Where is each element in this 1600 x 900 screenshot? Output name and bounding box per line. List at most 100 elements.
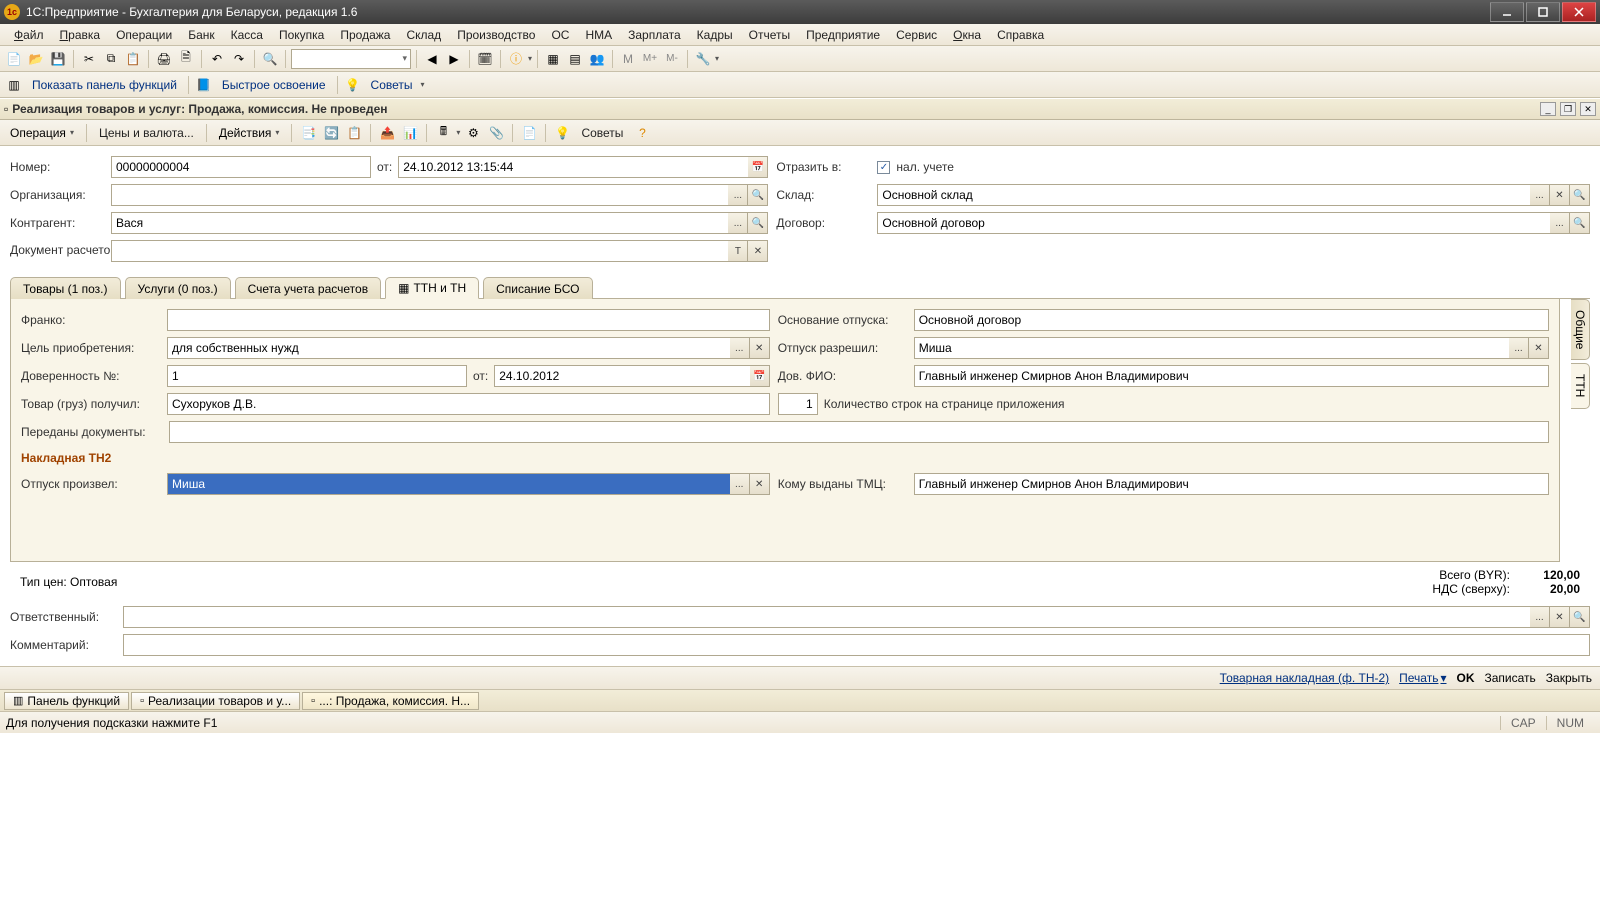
docras-t-btn[interactable]: T: [728, 240, 748, 262]
bulb2-icon[interactable]: 💡: [552, 123, 572, 143]
minimize-button[interactable]: [1490, 2, 1524, 22]
preview-icon[interactable]: 🗎: [176, 49, 196, 69]
print-menu[interactable]: Печать ▾: [1399, 671, 1446, 685]
comment-field[interactable]: [123, 634, 1590, 656]
perm-field[interactable]: Миша: [914, 337, 1509, 359]
docras-field[interactable]: [111, 240, 728, 262]
number-field[interactable]: 00000000004: [111, 156, 371, 178]
tmc-field[interactable]: Главный инженер Смирнов Анон Владимирови…: [914, 473, 1549, 495]
sklad-clear-btn[interactable]: ✕: [1550, 184, 1570, 206]
maximize-button[interactable]: [1526, 2, 1560, 22]
print-form-link[interactable]: Товарная накладная (ф. ТН-2): [1220, 671, 1389, 685]
search-icon[interactable]: 🔍: [260, 49, 280, 69]
task-panel[interactable]: ▥ Панель функций: [4, 692, 129, 710]
counter-field[interactable]: Вася: [111, 212, 728, 234]
quick-learn-button[interactable]: Быстрое освоение: [216, 76, 332, 94]
new-icon[interactable]: 📄: [4, 49, 24, 69]
perm-clear-btn[interactable]: ✕: [1529, 337, 1549, 359]
resp-select-btn[interactable]: ...: [1530, 606, 1550, 628]
book-icon[interactable]: 📘: [194, 75, 214, 95]
menu-nma[interactable]: НМА: [577, 26, 620, 44]
people-icon[interactable]: 👥: [587, 49, 607, 69]
osn-field[interactable]: Основной договор: [914, 309, 1549, 331]
menu-reports[interactable]: Отчеты: [741, 26, 798, 44]
menu-warehouse[interactable]: Склад: [398, 26, 449, 44]
vtab-general[interactable]: Общие: [1571, 299, 1590, 360]
menu-sale[interactable]: Продажа: [332, 26, 398, 44]
cel-field[interactable]: для собственных нужд: [167, 337, 730, 359]
goods-field[interactable]: Сухоруков Д.В.: [167, 393, 770, 415]
close-doc-button[interactable]: Закрыть: [1546, 671, 1592, 685]
contract-field[interactable]: Основной договор: [877, 212, 1550, 234]
perm-select-btn[interactable]: ...: [1509, 337, 1529, 359]
open-icon[interactable]: 📂: [26, 49, 46, 69]
menu-bank[interactable]: Банк: [180, 26, 222, 44]
doc-tool-6[interactable]: 🖩: [433, 123, 453, 143]
tab-goods[interactable]: Товары (1 поз.): [10, 277, 121, 299]
help-icon[interactable]: ?: [632, 123, 652, 143]
save-icon[interactable]: 💾: [48, 49, 68, 69]
org-open-btn[interactable]: 🔍: [748, 184, 768, 206]
prices-button[interactable]: Цены и валюта...: [93, 124, 200, 142]
doc-tool-8[interactable]: 📎: [486, 123, 506, 143]
dov-field[interactable]: 1: [167, 365, 467, 387]
resp-open-btn[interactable]: 🔍: [1570, 606, 1590, 628]
doc-tool-3[interactable]: 📋: [344, 123, 364, 143]
grid-icon[interactable]: ▦: [543, 49, 563, 69]
counter-select-btn[interactable]: ...: [728, 212, 748, 234]
undo-icon[interactable]: ↶: [207, 49, 227, 69]
doc-tool-1[interactable]: 📑: [298, 123, 318, 143]
resp-clear-btn[interactable]: ✕: [1550, 606, 1570, 628]
copy-icon[interactable]: ⧉: [101, 49, 121, 69]
search-combo[interactable]: [291, 49, 411, 69]
cel-clear-btn[interactable]: ✕: [750, 337, 770, 359]
date-field[interactable]: 24.10.2012 13:15:44: [398, 156, 748, 178]
docras-clear-btn[interactable]: ✕: [748, 240, 768, 262]
doc-tips-button[interactable]: Советы: [575, 124, 629, 142]
show-panel-button[interactable]: Показать панель функций: [26, 76, 183, 94]
menu-service[interactable]: Сервис: [888, 26, 945, 44]
cut-icon[interactable]: ✂: [79, 49, 99, 69]
franko-field[interactable]: [167, 309, 770, 331]
menu-os[interactable]: ОС: [543, 26, 577, 44]
redo-icon[interactable]: ↷: [229, 49, 249, 69]
form-icon[interactable]: ▤: [565, 49, 585, 69]
doc-tool-2[interactable]: 🔄: [321, 123, 341, 143]
tips-button[interactable]: Советы: [365, 76, 419, 94]
m-minus-icon[interactable]: M-: [662, 49, 682, 69]
menu-salary[interactable]: Зарплата: [620, 26, 689, 44]
doc-close[interactable]: ✕: [1580, 102, 1596, 116]
issued-select-btn[interactable]: ...: [730, 473, 750, 495]
m-icon[interactable]: M: [618, 49, 638, 69]
menu-edit[interactable]: Правка: [52, 26, 109, 44]
menu-operations[interactable]: Операции: [108, 26, 180, 44]
doc-maximize[interactable]: ❐: [1560, 102, 1576, 116]
tool-icon[interactable]: 🔧: [693, 49, 713, 69]
print-icon[interactable]: 🖨: [154, 49, 174, 69]
actions-menu[interactable]: Действия: [213, 123, 286, 143]
menu-windows[interactable]: Окна: [945, 26, 989, 44]
paste-icon[interactable]: 📋: [123, 49, 143, 69]
counter-open-btn[interactable]: 🔍: [748, 212, 768, 234]
docs-field[interactable]: [169, 421, 1549, 443]
bulb-icon[interactable]: 💡: [343, 75, 363, 95]
m-plus-icon[interactable]: M+: [640, 49, 660, 69]
contract-select-btn[interactable]: ...: [1550, 212, 1570, 234]
contract-open-btn[interactable]: 🔍: [1570, 212, 1590, 234]
menu-staff[interactable]: Кадры: [689, 26, 741, 44]
doc-tool-4[interactable]: 📤: [377, 123, 397, 143]
menu-enterprise[interactable]: Предприятие: [798, 26, 888, 44]
sklad-open-btn[interactable]: 🔍: [1570, 184, 1590, 206]
menu-purchase[interactable]: Покупка: [271, 26, 332, 44]
task-list[interactable]: ▫ Реализации товаров и у...: [131, 692, 300, 710]
panel-icon[interactable]: ▥: [4, 75, 24, 95]
tab-services[interactable]: Услуги (0 поз.): [125, 277, 231, 299]
issued-clear-btn[interactable]: ✕: [750, 473, 770, 495]
pages-field[interactable]: 1: [778, 393, 818, 415]
cel-select-btn[interactable]: ...: [730, 337, 750, 359]
menu-production[interactable]: Производство: [449, 26, 543, 44]
tab-bso[interactable]: Списание БСО: [483, 277, 592, 299]
doc-minimize[interactable]: _: [1540, 102, 1556, 116]
close-button[interactable]: [1562, 2, 1596, 22]
calc-icon[interactable]: 🗓: [475, 49, 495, 69]
